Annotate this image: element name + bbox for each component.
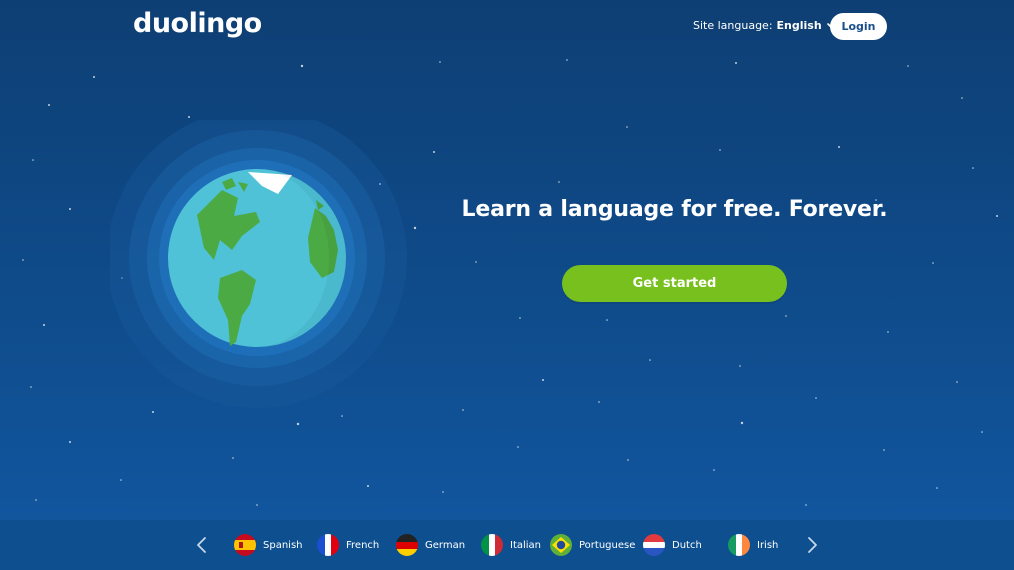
brazil-flag-icon <box>550 534 572 556</box>
chevron-left-icon[interactable] <box>192 535 212 555</box>
language-item-portuguese[interactable]: Portuguese <box>550 534 635 556</box>
top-navigation-bar: duolingo Site language: English Login <box>0 0 1014 54</box>
netherlands-flag-icon <box>643 534 665 556</box>
site-language-selector[interactable]: Site language: English <box>693 19 838 32</box>
spain-flag-icon <box>234 534 256 556</box>
language-item-french[interactable]: French <box>317 534 379 556</box>
language-item-dutch[interactable]: Dutch <box>643 534 702 556</box>
language-label: Italian <box>510 539 542 551</box>
language-label: Irish <box>757 539 779 551</box>
language-item-italian[interactable]: Italian <box>481 534 541 556</box>
language-item-german[interactable]: German <box>396 534 465 556</box>
language-label: French <box>346 539 380 551</box>
language-label: Dutch <box>672 539 702 551</box>
language-item-spanish[interactable]: Spanish <box>234 534 303 556</box>
germany-flag-icon <box>396 534 418 556</box>
france-flag-icon <box>317 534 339 556</box>
language-item-irish[interactable]: Irish <box>728 534 778 556</box>
get-started-button[interactable]: Get started <box>562 265 787 302</box>
site-language-value: English <box>776 19 822 32</box>
language-label: Spanish <box>263 539 303 551</box>
italy-flag-icon <box>481 534 503 556</box>
login-button[interactable]: Login <box>830 13 887 40</box>
hero-headline: Learn a language for free. Forever. <box>461 197 888 222</box>
chevron-right-icon[interactable] <box>802 535 822 555</box>
globe-illustration <box>110 120 407 408</box>
language-label: German <box>425 539 466 551</box>
site-language-label: Site language: <box>693 19 773 32</box>
ireland-flag-icon <box>728 534 750 556</box>
duolingo-logo[interactable]: duolingo <box>133 8 262 39</box>
language-bar: Spanish French German Italian Portuguese… <box>0 520 1014 570</box>
language-label: Portuguese <box>579 539 636 551</box>
